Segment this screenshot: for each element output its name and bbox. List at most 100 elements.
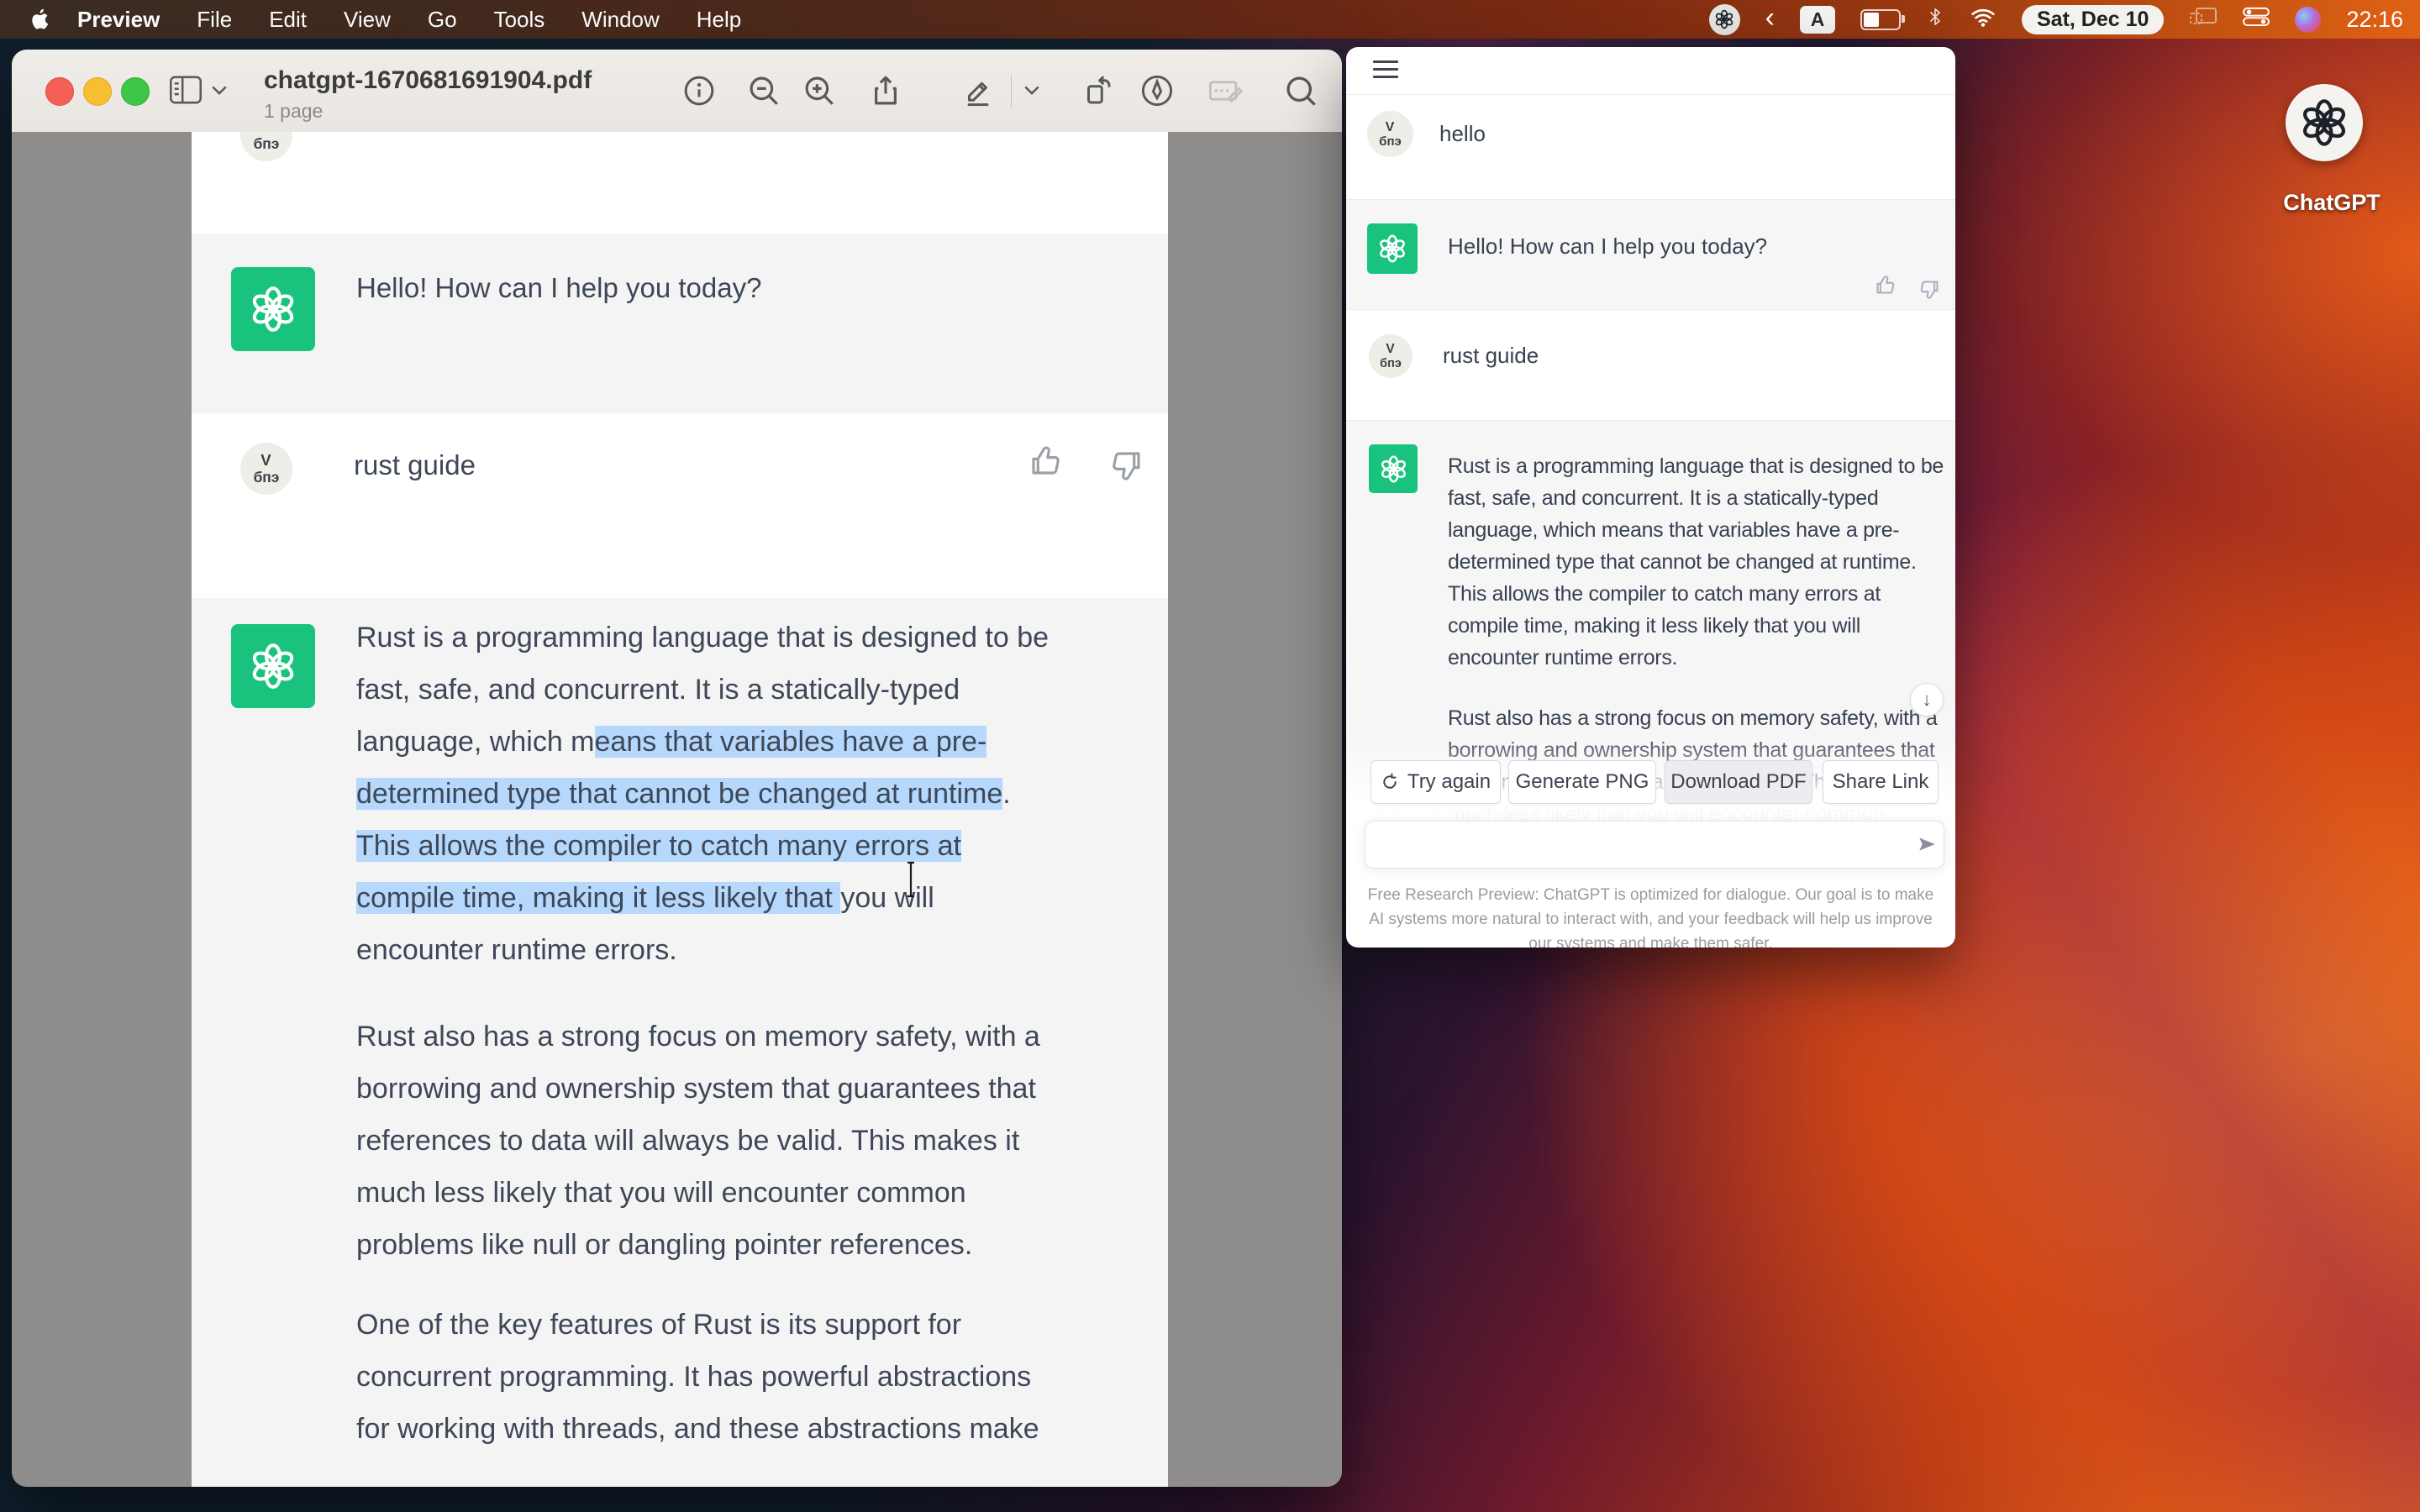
generate-png-button[interactable]: Generate PNG	[1508, 760, 1656, 804]
chat-text-line: determined type that cannot be changed a…	[1448, 550, 1944, 582]
pdf-page[interactable]: Vбпэ Hello! How can I help you today? Vб…	[192, 132, 1168, 1487]
chat-assistant-message: Hello! How can I help you today?	[1448, 234, 1767, 260]
retry-icon	[1381, 773, 1399, 791]
pdf-paragraph-2: Rust also has a strong focus on memory s…	[356, 1021, 1040, 1281]
markup-chevron-icon[interactable]	[1017, 71, 1047, 110]
pdf-text-line: determined type that cannot be changed a…	[356, 778, 1049, 830]
screen-mirroring-icon[interactable]	[2189, 6, 2217, 34]
menu-item[interactable]: View	[325, 7, 409, 33]
chatgpt-desktop-icon-label[interactable]: ChatGPT	[2260, 190, 2403, 216]
pdf-text-line: Rust also has a strong focus on memory s…	[356, 1021, 1040, 1073]
pdf-text-line: This allows the compiler to catch many e…	[356, 830, 1049, 882]
pdf-text-line: encounter runtime errors.	[356, 934, 1049, 986]
menu-item[interactable]: Tools	[476, 7, 564, 33]
zoom-in-icon[interactable]	[800, 71, 839, 110]
user-avatar: Vбпэ	[240, 443, 292, 495]
pdf-paragraph-3: One of the key features of Rust is its s…	[356, 1309, 1039, 1465]
chat-footer-note: Free Research Preview: ChatGPT is optimi…	[1367, 883, 1934, 948]
try-again-button[interactable]: Try again	[1370, 760, 1501, 804]
user-avatar: Vбпэ	[1367, 111, 1413, 157]
menu-item[interactable]: Help	[678, 7, 760, 33]
menu-item[interactable]: Edit	[250, 7, 325, 33]
user-avatar-partial: Vбпэ	[240, 132, 292, 161]
menu-items: PreviewFileEditViewGoToolsWindowHelp	[62, 7, 760, 33]
battery-icon[interactable]	[1860, 9, 1901, 30]
scroll-to-bottom-button[interactable]: ↓	[1910, 683, 1944, 717]
document-pages: 1 page	[264, 100, 592, 123]
search-icon[interactable]	[1281, 71, 1320, 110]
siri-icon[interactable]	[2295, 7, 2321, 33]
chevron-down-icon	[212, 86, 227, 96]
text-cursor	[904, 861, 918, 902]
pdf-text-line: references to data will always be valid.…	[356, 1125, 1040, 1177]
thumbs-up-icon[interactable]	[1028, 444, 1063, 483]
chat-input[interactable]	[1365, 821, 1944, 869]
user-avatar: Vбпэ	[1369, 334, 1413, 378]
assistant-avatar	[1369, 444, 1418, 493]
menu-item[interactable]: Preview	[62, 7, 178, 33]
menu-item[interactable]: Window	[563, 7, 677, 33]
pdf-assistant-row-2: Rust is a programming language that is d…	[192, 598, 1168, 1487]
chat-text-line: This allows the compiler to catch many e…	[1448, 582, 1944, 614]
thumbs-up-icon[interactable]	[1874, 274, 1897, 301]
menubar-clock[interactable]: 22:16	[2346, 7, 2403, 33]
markup-pen-icon[interactable]	[1138, 71, 1176, 110]
info-icon[interactable]	[680, 71, 718, 110]
back-chevron-icon[interactable]: ‹	[1765, 3, 1775, 32]
thumbs-down-icon[interactable]	[1109, 444, 1144, 483]
menubar-date[interactable]: Sat, Dec 10	[2022, 5, 2164, 34]
pdf-assistant-row: Hello! How can I help you today?	[192, 234, 1168, 413]
pdf-text-line: for working with threads, and these abst…	[356, 1413, 1039, 1465]
assistant-avatar	[1367, 223, 1418, 274]
chatgpt-window: Vбпэ hello Hello! How can I help you tod…	[1346, 47, 1955, 948]
chat-text-line: encounter runtime errors.	[1448, 646, 1944, 678]
close-button[interactable]	[45, 77, 74, 106]
chat-assistant-row: Hello! How can I help you today?	[1346, 199, 1955, 310]
rotate-icon[interactable]	[1078, 71, 1117, 110]
pdf-text-line: concurrent programming. It has powerful …	[356, 1361, 1039, 1413]
keyboard-layout-badge[interactable]: A	[1800, 6, 1835, 34]
assistant-message: Hello! How can I help you today?	[356, 272, 761, 304]
thumbs-down-icon[interactable]	[1918, 274, 1941, 301]
pdf-text-line: Rust is a programming language that is d…	[356, 622, 1049, 674]
pdf-text-line: much less likely that you will encounter…	[356, 1177, 1040, 1229]
pdf-text-line: problems like null or dangling pointer r…	[356, 1229, 1040, 1281]
preview-titlebar: chatgpt-1670681691904.pdf 1 page	[12, 50, 1342, 133]
send-icon[interactable]	[1916, 833, 1938, 859]
chat-text-line: compile time, making it less likely that…	[1448, 614, 1944, 646]
wifi-icon[interactable]	[1970, 6, 1996, 34]
chat-text-line: fast, safe, and concurrent. It is a stat…	[1448, 486, 1944, 518]
menu-item[interactable]: Go	[409, 7, 476, 33]
menu-bar: PreviewFileEditViewGoToolsWindowHelp ‹ A…	[0, 0, 2420, 39]
minimize-button[interactable]	[83, 77, 112, 106]
chat-text-line: language, which means that variables hav…	[1448, 518, 1944, 550]
highlighter-icon[interactable]	[959, 71, 997, 110]
zoom-out-icon[interactable]	[744, 71, 783, 110]
chatgpt-desktop-icon[interactable]	[2286, 84, 2363, 161]
pdf-text-line: fast, safe, and concurrent. It is a stat…	[356, 674, 1049, 726]
user-message: rust guide	[354, 449, 476, 481]
divider	[1346, 94, 1955, 95]
chat-user-message-2: rust guide	[1443, 343, 1539, 369]
sidebar-toggle[interactable]	[168, 74, 227, 106]
preview-content-area: Vбпэ Hello! How can I help you today? Vб…	[12, 132, 1342, 1487]
assistant-avatar	[231, 624, 315, 708]
pdf-text-line: language, which means that variables hav…	[356, 726, 1049, 778]
document-title: chatgpt-1670681691904.pdf	[264, 66, 592, 95]
apple-menu-icon[interactable]	[29, 7, 50, 32]
share-link-button[interactable]: Share Link	[1823, 760, 1939, 804]
chat-text-line: Rust is a programming language that is d…	[1448, 454, 1944, 486]
pdf-text-line: compile time, making it less likely that…	[356, 882, 1049, 934]
bluetooth-icon[interactable]	[1926, 5, 1944, 34]
chatgpt-menubar-icon[interactable]	[1709, 4, 1740, 35]
hamburger-menu-icon[interactable]	[1373, 60, 1398, 83]
share-icon[interactable]	[866, 71, 905, 110]
download-pdf-button[interactable]: Download PDF	[1665, 760, 1812, 804]
assistant-avatar	[231, 267, 315, 351]
toolbar-divider	[1011, 75, 1012, 108]
down-arrow-icon: ↓	[1923, 689, 1932, 711]
menu-item[interactable]: File	[178, 7, 250, 33]
control-center-icon[interactable]	[2243, 7, 2270, 33]
zoom-window-button[interactable]	[121, 77, 150, 106]
preview-window: chatgpt-1670681691904.pdf 1 page	[12, 50, 1342, 1487]
